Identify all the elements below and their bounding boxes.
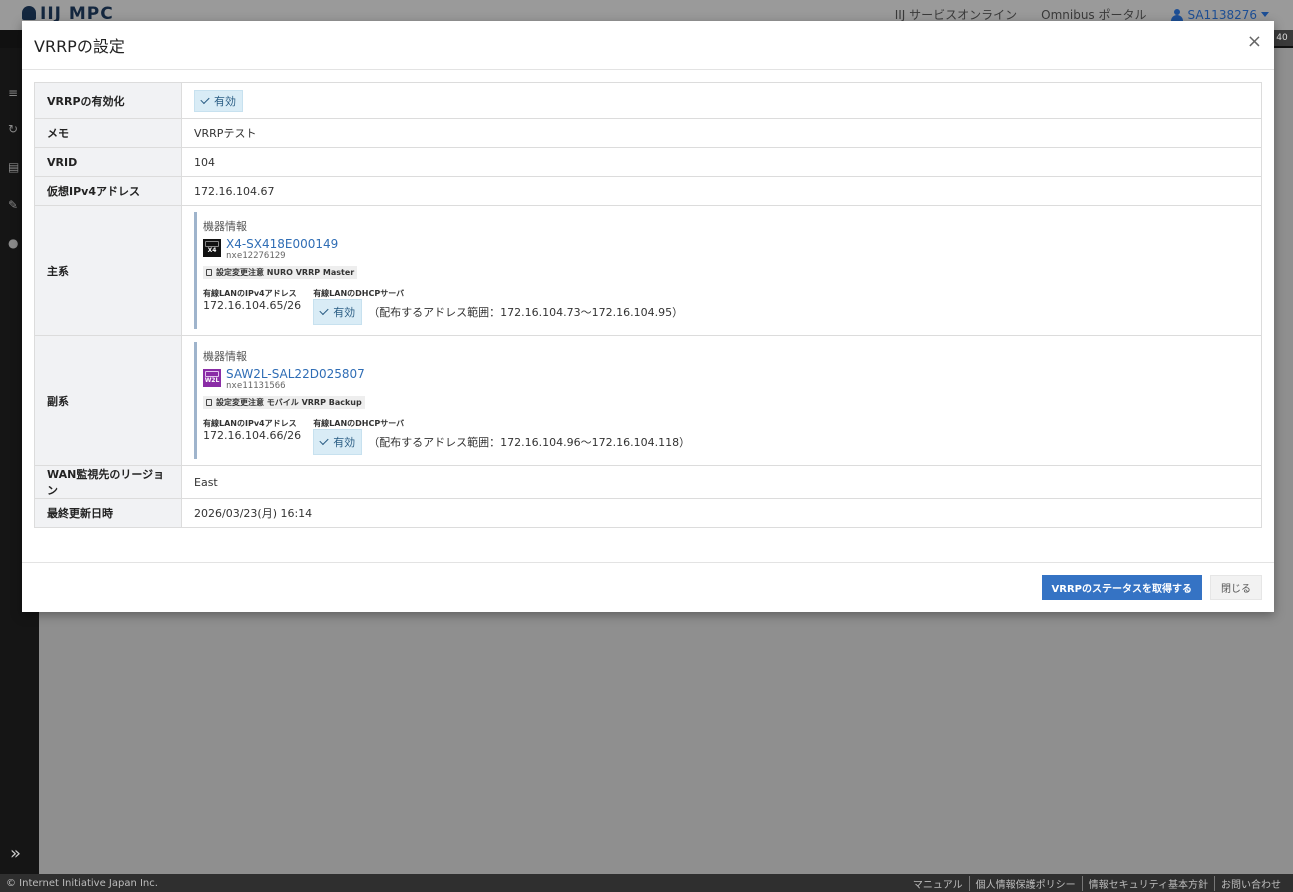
secondary-device-block: 機器情報 W2L SAW2L-SAL22D025807 nxe11131566 … bbox=[194, 342, 1249, 459]
close-icon[interactable]: × bbox=[1247, 31, 1262, 52]
label-updated: 最終更新日時 bbox=[34, 498, 182, 528]
wan-region-value: East bbox=[181, 465, 1262, 499]
row-memo: メモ VRRPテスト bbox=[34, 118, 1262, 148]
secondary-dhcp-range: （配布するアドレス範囲：172.16.104.96〜172.16.104.118… bbox=[368, 436, 691, 449]
label-vrid: VRID bbox=[34, 147, 182, 177]
secondary-device-id: nxe11131566 bbox=[226, 381, 286, 391]
router-w2l-icon: W2L bbox=[203, 369, 221, 387]
primary-device-link[interactable]: X4-SX418E000149 bbox=[226, 237, 338, 251]
row-enabled: VRRPの有効化 有効 bbox=[34, 82, 1262, 119]
secondary-dhcp-badge: 有効 bbox=[313, 429, 363, 455]
enabled-badge: 有効 bbox=[194, 89, 243, 112]
check-icon bbox=[319, 435, 329, 446]
secondary-ip-value: 172.16.104.66/26 bbox=[203, 429, 302, 442]
label-secondary: 副系 bbox=[34, 335, 182, 466]
footer-link-privacy[interactable]: 個人情報保護ポリシー bbox=[968, 875, 1082, 891]
device-heading: 機器情報 bbox=[203, 350, 247, 363]
row-vip: 仮想IPv4アドレス 172.16.104.67 bbox=[34, 176, 1262, 206]
modal-footer: VRRPのステータスを取得する 閉じる bbox=[22, 562, 1274, 612]
close-button[interactable]: 閉じる bbox=[1210, 575, 1262, 600]
check-icon bbox=[319, 305, 329, 316]
footer-link-security[interactable]: 情報セキュリティ基本方針 bbox=[1081, 875, 1214, 891]
modal-body: VRRPの有効化 有効 メモ VRRPテスト VRID 104 仮想IPv4アド… bbox=[22, 70, 1274, 528]
copyright: © Internet Initiative Japan Inc. bbox=[6, 877, 158, 889]
primary-device-note: 設定変更注意 NURO VRRP Master bbox=[203, 266, 358, 279]
primary-ip-value: 172.16.104.65/26 bbox=[203, 299, 302, 312]
label-wan-region: WAN監視先のリージョン bbox=[34, 465, 182, 499]
app-footer: © Internet Initiative Japan Inc. マニュアル 個… bbox=[0, 874, 1293, 892]
vrrp-info-table: VRRPの有効化 有効 メモ VRRPテスト VRID 104 仮想IPv4アド… bbox=[34, 82, 1262, 528]
enabled-value: 有効 bbox=[214, 94, 236, 108]
footer-link-contact[interactable]: お問い合わせ bbox=[1214, 875, 1287, 891]
modal-header: VRRPの設定 bbox=[22, 21, 1274, 70]
primary-ip-label: 有線LANのIPv4アドレス bbox=[203, 289, 297, 298]
row-primary: 主系 機器情報 X4 X4-SX418E000149 nxe12276129 設… bbox=[34, 205, 1262, 336]
primary-dhcp-range: （配布するアドレス範囲：172.16.104.73〜172.16.104.95） bbox=[368, 306, 684, 319]
secondary-device-link[interactable]: SAW2L-SAL22D025807 bbox=[226, 367, 365, 381]
modal-title: VRRPの設定 bbox=[34, 37, 125, 56]
secondary-device-note: 設定変更注意 モバイル VRRP Backup bbox=[203, 396, 365, 409]
subbar-badge: 40 bbox=[1271, 30, 1293, 46]
caret-down-icon bbox=[1261, 12, 1269, 17]
label-enabled: VRRPの有効化 bbox=[34, 82, 182, 119]
primary-device-block: 機器情報 X4 X4-SX418E000149 nxe12276129 設定変更… bbox=[194, 212, 1249, 329]
get-vrrp-status-button[interactable]: VRRPのステータスを取得する bbox=[1041, 575, 1202, 600]
primary-dhcp-label: 有線LANのDHCPサーバ bbox=[313, 289, 405, 298]
router-x4-icon: X4 bbox=[203, 239, 221, 257]
check-icon bbox=[200, 94, 210, 104]
logo-icon bbox=[22, 6, 36, 20]
label-primary: 主系 bbox=[34, 205, 182, 336]
updated-value: 2026/03/23(月) 16:14 bbox=[181, 498, 1262, 528]
device-heading: 機器情報 bbox=[203, 220, 247, 233]
vrid-value: 104 bbox=[181, 147, 1262, 177]
footer-links: マニュアル 個人情報保護ポリシー 情報セキュリティ基本方針 お問い合わせ bbox=[907, 875, 1287, 891]
row-updated: 最終更新日時 2026/03/23(月) 16:14 bbox=[34, 498, 1262, 528]
primary-dhcp-badge: 有効 bbox=[313, 299, 363, 325]
expand-nav-icon[interactable]: » bbox=[10, 843, 21, 864]
secondary-dhcp-label: 有線LANのDHCPサーバ bbox=[313, 419, 405, 428]
label-vip: 仮想IPv4アドレス bbox=[34, 176, 182, 206]
vip-value: 172.16.104.67 bbox=[181, 176, 1262, 206]
secondary-ip-label: 有線LANのIPv4アドレス bbox=[203, 419, 297, 428]
footer-link-manual[interactable]: マニュアル bbox=[907, 876, 969, 891]
memo-value: VRRPテスト bbox=[181, 118, 1262, 148]
row-secondary: 副系 機器情報 W2L SAW2L-SAL22D025807 nxe111315… bbox=[34, 335, 1262, 466]
user-id: SA1138276 bbox=[1187, 7, 1258, 22]
note-icon bbox=[206, 269, 212, 276]
label-memo: メモ bbox=[34, 118, 182, 148]
user-icon bbox=[1170, 8, 1184, 21]
row-vrid: VRID 104 bbox=[34, 147, 1262, 177]
row-wan-region: WAN監視先のリージョン East bbox=[34, 465, 1262, 499]
note-icon bbox=[206, 399, 212, 406]
vrrp-settings-modal: VRRPの設定 × VRRPの有効化 有効 メモ VRRPテスト VRID 10… bbox=[22, 21, 1274, 612]
primary-device-id: nxe12276129 bbox=[226, 251, 286, 261]
